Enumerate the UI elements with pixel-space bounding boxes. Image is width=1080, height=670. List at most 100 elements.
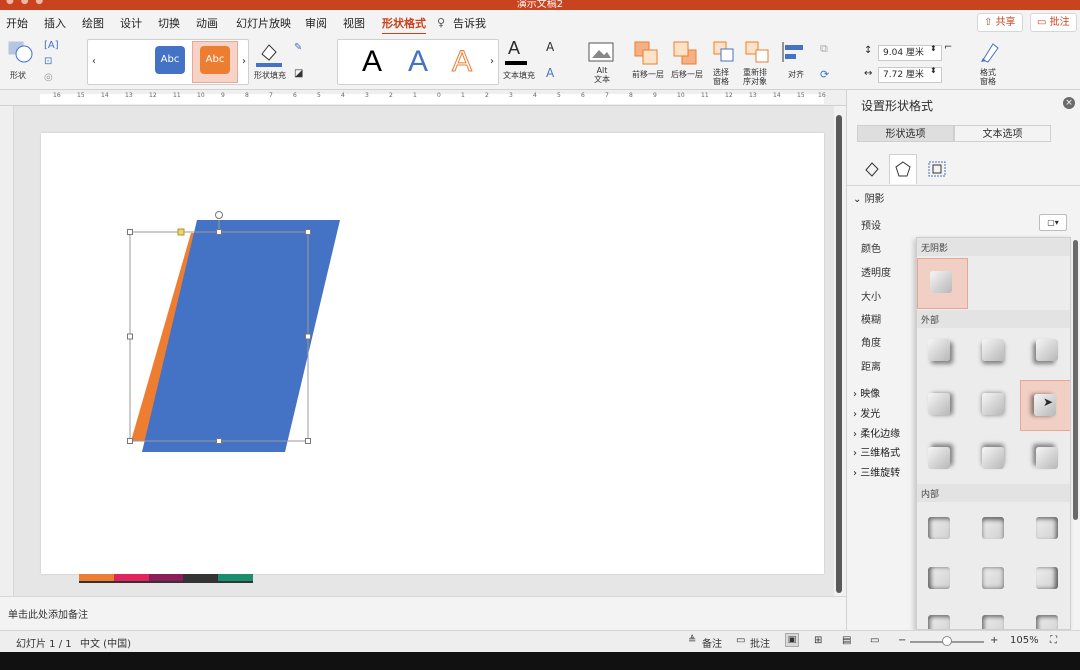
notes-area[interactable]: 单击此处添加备注 — [0, 596, 846, 628]
text-effects-icon[interactable]: A — [546, 66, 554, 80]
shadow-preset-inner[interactable] — [1029, 560, 1065, 596]
zoom-in-icon[interactable]: + — [990, 635, 998, 646]
gallery-left-arrow-icon[interactable]: ‹ — [92, 56, 96, 67]
tab-text-options[interactable]: 文本选项 — [954, 125, 1051, 142]
close-icon[interactable]: × — [1063, 97, 1075, 109]
shadow-preset-outer[interactable] — [975, 332, 1011, 368]
reading-view-icon[interactable]: ▤ — [842, 635, 851, 646]
edit-shape-icon[interactable]: ⊡ — [44, 56, 52, 67]
shadow-preset-outer[interactable] — [975, 440, 1011, 476]
align-icon[interactable] — [780, 40, 808, 64]
slide[interactable] — [41, 133, 824, 583]
wordart-orange[interactable]: A — [451, 44, 472, 80]
fill-line-icon[interactable] — [863, 160, 881, 178]
section-soft-edges[interactable]: › 柔化边缘 — [853, 425, 900, 440]
shadow-preset-outer[interactable] — [921, 386, 957, 422]
shape-outline-icon[interactable]: ✎ — [294, 42, 302, 53]
text-fill-icon[interactable]: A — [508, 38, 520, 59]
section-glow[interactable]: › 发光 — [853, 405, 880, 420]
shadow-preset-outer[interactable] — [975, 386, 1011, 422]
shadow-preset-inner[interactable] — [975, 560, 1011, 596]
section-3d-format[interactable]: › 三维格式 — [853, 444, 900, 459]
slide-sorter-icon[interactable]: ⊞ — [814, 635, 822, 646]
swatch-text: Abc — [205, 54, 225, 65]
comments-toggle-icon[interactable]: ▭ — [736, 635, 745, 646]
shadow-preset-inner[interactable] — [921, 510, 957, 546]
style-swatch-orange[interactable]: Abc — [200, 46, 230, 74]
pentagon-effects-icon[interactable] — [894, 160, 912, 178]
text-box-icon[interactable]: [A] — [44, 40, 59, 51]
tab-tell-me[interactable]: 告诉我 — [453, 15, 486, 31]
editor-scrollbar[interactable] — [836, 115, 842, 593]
width-stepper-icon[interactable]: ⬍ — [930, 66, 937, 75]
shadow-preset-inner[interactable] — [1029, 608, 1065, 629]
shape-effects-icon[interactable]: ◪ — [294, 68, 303, 79]
tab-animations[interactable]: 动画 — [196, 15, 218, 31]
tab-shape-format[interactable]: 形状格式 — [382, 15, 426, 35]
gallery-right-arrow-icon[interactable]: › — [242, 56, 246, 67]
height-stepper-icon[interactable]: ⬍ — [930, 44, 937, 53]
wordart-black[interactable]: A — [362, 44, 382, 80]
zoom-slider-thumb[interactable] — [942, 636, 952, 646]
selection-pane-icon[interactable] — [712, 40, 736, 64]
dock-strip — [0, 652, 1080, 670]
slideshow-icon[interactable]: ▭ — [870, 635, 879, 646]
section-reflection[interactable]: › 映像 — [853, 385, 880, 400]
shadow-preset-inner[interactable] — [921, 560, 957, 596]
alt-text-icon[interactable] — [588, 42, 614, 64]
normal-view-icon[interactable]: ▣ — [785, 633, 799, 647]
zoom-out-icon[interactable]: − — [898, 635, 906, 646]
tab-slideshow[interactable]: 幻灯片放映 — [236, 15, 291, 31]
wordart-blue[interactable]: A — [408, 44, 428, 80]
tab-draw[interactable]: 绘图 — [82, 15, 104, 31]
selection-handle — [305, 333, 311, 340]
shadow-preset-inner[interactable] — [975, 510, 1011, 546]
notes-toggle-label[interactable]: 备注 — [702, 635, 722, 650]
format-pane-icon[interactable] — [978, 40, 1002, 64]
comments-toggle-label[interactable]: 批注 — [750, 635, 770, 650]
text-outline-icon[interactable]: A — [546, 40, 554, 54]
tab-transitions[interactable]: 切换 — [158, 15, 180, 31]
style-swatch-blue[interactable]: Abc — [155, 46, 185, 74]
style-swatch-black[interactable]: Abc — [110, 46, 140, 74]
shadow-preset-outer[interactable] — [1029, 332, 1065, 368]
share-button[interactable]: ⇧ 共享 — [977, 13, 1023, 32]
reorder-objects-icon[interactable] — [744, 40, 772, 64]
shadow-preset-outer-selected[interactable]: ➤ — [1020, 380, 1070, 431]
tab-home[interactable]: 开始 — [6, 15, 28, 31]
tab-design[interactable]: 设计 — [120, 15, 142, 31]
shadow-preset-inner[interactable] — [921, 608, 957, 629]
size-properties-icon[interactable] — [927, 160, 947, 178]
section-3d-rotation[interactable]: › 三维旋转 — [853, 464, 900, 479]
ruler-tick: 16 — [53, 92, 61, 99]
dropdown-scrollbar[interactable] — [1073, 240, 1078, 520]
shapes-icon[interactable] — [8, 40, 34, 64]
zoom-level[interactable]: 105% — [1010, 635, 1039, 646]
tab-shape-options[interactable]: 形状选项 — [857, 125, 954, 142]
preset-dropdown[interactable]: ▢▾ — [1039, 214, 1067, 231]
tab-view[interactable]: 视图 — [343, 15, 365, 31]
comments-button[interactable]: ▭ 批注 — [1030, 13, 1077, 32]
fit-to-window-icon[interactable]: ⛶ — [1050, 635, 1057, 646]
shadow-preset-inner[interactable] — [975, 608, 1011, 629]
shadow-preset-none[interactable] — [917, 258, 968, 309]
paint-bucket-icon[interactable] — [256, 40, 282, 68]
section-shadow[interactable]: ⌄ 阴影 — [853, 190, 885, 205]
notes-toggle-icon[interactable]: ≜ — [688, 635, 696, 646]
shadow-preset-inner[interactable] — [1029, 510, 1065, 546]
rotate-icon[interactable]: ⟳ — [820, 68, 829, 81]
tab-insert[interactable]: 插入 — [44, 15, 66, 31]
merge-shapes-icon[interactable]: ◎ — [44, 72, 53, 83]
shadow-preset-outer[interactable] — [921, 332, 957, 368]
outer-header: 外部 — [917, 310, 1070, 328]
bring-forward-icon[interactable] — [633, 40, 661, 66]
language-indicator[interactable]: 中文 (中国) — [80, 635, 131, 650]
group-icon[interactable]: ⧉ — [820, 42, 828, 56]
size-lock-icon[interactable]: ⌐ — [944, 42, 952, 53]
shadow-preset-outer[interactable] — [1029, 440, 1065, 476]
wordart-more-arrow-icon[interactable]: › — [490, 56, 494, 67]
tab-review[interactable]: 审阅 — [305, 15, 327, 31]
send-backward-icon[interactable] — [672, 40, 700, 66]
shadow-preset-outer[interactable] — [921, 440, 957, 476]
section-label: 发光 — [860, 409, 881, 420]
